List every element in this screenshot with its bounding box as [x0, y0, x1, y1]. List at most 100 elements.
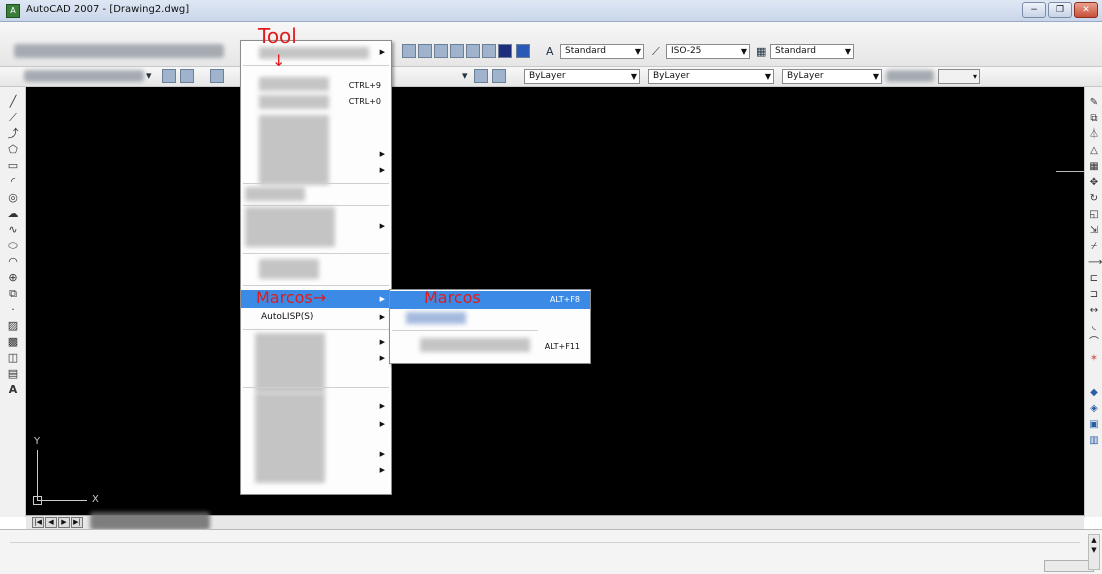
tools-menu-item-submenu-c[interactable]: ▶ [241, 217, 391, 235]
macros-submenu-item-2[interactable] [390, 310, 590, 328]
lineweight-combo[interactable]: ByLayer ▼ [782, 69, 882, 84]
blurred-layer-combo [24, 70, 144, 82]
gradient-icon[interactable]: ▩ [6, 335, 20, 349]
tools-menu-item-submenu-g[interactable]: ▶ [241, 415, 391, 433]
mirror-icon[interactable]: ⏃ [1088, 129, 1100, 141]
ellipse-icon[interactable]: ⬭ [6, 239, 20, 253]
plot-style-combo[interactable]: ▾ [938, 69, 980, 84]
chevron-down-icon[interactable]: ▾ [146, 68, 152, 83]
title-bar: A AutoCAD 2007 - [Drawing2.dwg] − ❐ ✕ [0, 0, 1102, 22]
layer-states-icon[interactable] [210, 69, 224, 83]
dim-style-combo[interactable]: ISO-25 ▼ [666, 44, 750, 59]
tools-menu-item-ctrl0[interactable]: CTRL+0 [241, 93, 391, 111]
layer-manager-icon[interactable] [162, 69, 176, 83]
blurred-toolbar-icons [14, 44, 224, 58]
minimize-button[interactable]: − [1022, 2, 1046, 18]
quickcalc-icon[interactable] [482, 44, 496, 58]
first-tab-icon[interactable]: |◀ [32, 517, 44, 528]
command-scrollbar[interactable]: ▲ ▼ [1088, 534, 1100, 570]
hatch-icon[interactable]: ▨ [6, 319, 20, 333]
close-button[interactable]: ✕ [1074, 2, 1098, 18]
insert-block-icon[interactable]: ⊕ [6, 271, 20, 285]
tools-menu-item-submenu-b[interactable]: ▶ [241, 161, 391, 179]
layer-walk-icon[interactable]: ◈ [1088, 403, 1100, 415]
markup-icon[interactable] [466, 44, 480, 58]
color-value: ByLayer [529, 71, 566, 81]
chamfer-icon[interactable]: ↔ [1088, 305, 1100, 317]
multiline-text-icon[interactable]: A [6, 383, 20, 397]
erase-icon[interactable]: ✎ [1088, 97, 1100, 109]
layer-state-icon[interactable]: ▣ [1088, 419, 1100, 431]
layer-tool-icon[interactable]: ◆ [1088, 387, 1100, 399]
extend-icon[interactable]: ⟶ [1088, 257, 1102, 269]
tools-menu-item-submenu-f[interactable]: ▶ [241, 397, 391, 415]
construction-line-icon[interactable]: ⟋ [6, 111, 20, 125]
region-icon[interactable]: ◫ [6, 351, 20, 365]
properties-icon[interactable] [402, 44, 416, 58]
submenu-arrow-icon: ▶ [379, 313, 385, 321]
submenu-arrow-icon: ▶ [379, 150, 385, 158]
text-style-combo[interactable]: Standard ▼ [560, 44, 644, 59]
table-style-icon: ▦ [756, 45, 767, 58]
trim-icon[interactable]: ⌿ [1088, 241, 1100, 253]
fillet-icon[interactable]: ◟ [1088, 321, 1100, 333]
sheet-set-icon[interactable] [450, 44, 464, 58]
table-style-combo[interactable]: Standard ▼ [770, 44, 854, 59]
tools-menu-item-submenu-e[interactable]: ▶ [241, 349, 391, 367]
chevron-down-icon[interactable]: ▾ [462, 68, 468, 83]
rotate-icon[interactable]: ↻ [1088, 193, 1100, 205]
offset-icon[interactable]: △ [1088, 145, 1100, 157]
color-combo[interactable]: ByLayer ▼ [524, 69, 640, 84]
shortcut-alt-f11: ALT+F11 [544, 342, 580, 351]
move-icon[interactable]: ✥ [1088, 177, 1100, 189]
make-block-icon[interactable]: ⧉ [6, 287, 20, 301]
scale-icon[interactable]: ◱ [1088, 209, 1100, 221]
menu-separator [392, 330, 538, 331]
layer-filter-icon[interactable]: ▥ [1088, 435, 1100, 447]
maximize-button[interactable]: ❐ [1048, 2, 1072, 18]
command-window[interactable] [0, 529, 1102, 574]
tool-palettes-icon[interactable] [434, 44, 448, 58]
arc-icon[interactable]: ◜ [6, 175, 20, 189]
array-icon[interactable]: ▦ [1088, 161, 1100, 173]
explode-icon[interactable]: ⌒ [1088, 337, 1100, 349]
chevron-down-icon: ▼ [740, 47, 747, 56]
stretch-icon[interactable]: ⇲ [1088, 225, 1100, 237]
draw-order-icon[interactable]: ✶ [1088, 353, 1100, 365]
line-icon[interactable]: ╱ [6, 95, 20, 109]
spline-icon[interactable]: ∿ [6, 223, 20, 237]
help-icon[interactable] [516, 44, 530, 58]
annotation-marcos-arrow: Marcos→ [256, 288, 327, 307]
menu-separator [243, 65, 389, 66]
table-icon[interactable]: ▤ [6, 367, 20, 381]
calculator-icon[interactable] [498, 44, 512, 58]
polyline-icon[interactable]: ⤴ [6, 127, 20, 141]
prev-tab-icon[interactable]: ◀ [45, 517, 57, 528]
join-icon[interactable]: ⊐ [1088, 289, 1100, 301]
linetype-combo[interactable]: ByLayer ▼ [648, 69, 774, 84]
break-icon[interactable]: ⊏ [1088, 273, 1100, 285]
copy-icon[interactable]: ⧉ [1088, 113, 1100, 125]
design-center-icon[interactable] [418, 44, 432, 58]
make-object-layer-current-icon[interactable] [180, 69, 194, 83]
layer-isolate-icon[interactable] [492, 69, 506, 83]
submenu-arrow-icon: ▶ [379, 166, 385, 174]
point-icon[interactable]: · [6, 303, 20, 317]
menu-separator [243, 387, 389, 388]
layer-previous-icon[interactable] [474, 69, 488, 83]
next-tab-icon[interactable]: ▶ [58, 517, 70, 528]
last-tab-icon[interactable]: ▶| [71, 517, 83, 528]
macros-submenu-item-1[interactable]: ALT+F8 [390, 291, 590, 309]
circle-icon[interactable]: ◎ [6, 191, 20, 205]
macros-submenu-item-3[interactable]: ALT+F11 [390, 338, 590, 356]
tools-menu-item-autolisp[interactable]: AutoLISP(S) ▶ [241, 308, 391, 326]
ucs-y-axis [37, 450, 38, 500]
ellipse-arc-icon[interactable]: ◠ [6, 255, 20, 269]
polygon-icon[interactable]: ⬠ [6, 143, 20, 157]
revision-cloud-icon[interactable]: ☁ [6, 207, 20, 221]
layers-properties-toolbar: ▾ ▾ ByLayer ▼ ByLayer ▼ ByLayer ▼ ▾ [0, 67, 1102, 87]
rectangle-icon[interactable]: ▭ [6, 159, 20, 173]
status-tray[interactable] [1044, 560, 1094, 572]
ucs-y-label: Y [34, 436, 41, 447]
tools-menu-item-submenu-i[interactable]: ▶ [241, 461, 391, 479]
